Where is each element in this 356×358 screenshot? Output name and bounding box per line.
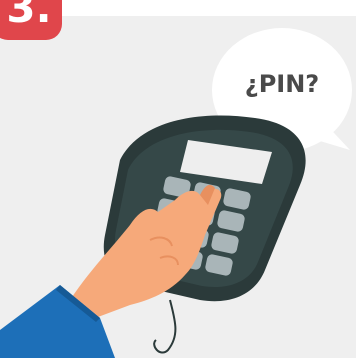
speech-bubble-text: ¿PIN? <box>244 70 320 98</box>
terminal-cable <box>153 299 177 354</box>
payment-terminal-illustration <box>0 28 352 358</box>
instruction-card: 3. ¿PIN? <box>0 0 356 358</box>
step-number-badge: 3. <box>0 0 62 40</box>
